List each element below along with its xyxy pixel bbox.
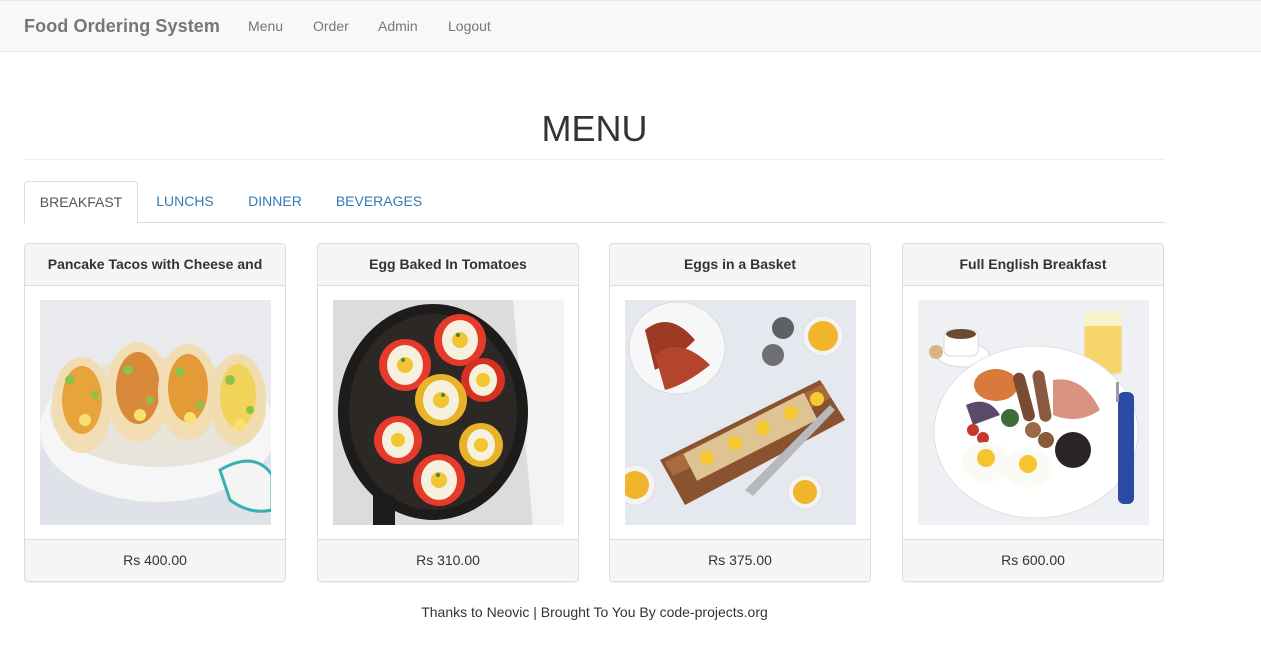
menu-item-price: Rs 600.00 <box>903 539 1163 581</box>
tab-beverages[interactable]: BEVERAGES <box>328 181 430 223</box>
egg-baked-in-tomatoes-photo <box>333 300 564 525</box>
menu-item-name: Full English Breakfast <box>903 244 1163 286</box>
title-divider <box>24 159 1165 160</box>
menu-item-card[interactable]: Egg Baked In Tomatoes Rs 310.00 <box>317 243 579 582</box>
menu-item-name: Egg Baked In Tomatoes <box>318 244 578 286</box>
menu-item-price: Rs 400.00 <box>25 539 285 581</box>
brand-link[interactable]: Food Ordering System <box>24 16 220 37</box>
nav-menu-link[interactable]: Menu <box>248 18 283 34</box>
page-title: MENU <box>541 108 648 149</box>
tab-dinner[interactable]: DINNER <box>240 181 310 223</box>
footer-credits: Thanks to Neovic | Brought To You By cod… <box>421 604 768 620</box>
menu-item-card[interactable]: Full English Breakfast Rs 600.00 <box>902 243 1164 582</box>
menu-item-name: Eggs in a Basket <box>610 244 870 286</box>
tab-lunchs[interactable]: LUNCHS <box>148 181 222 223</box>
menu-item-card[interactable]: Pancake Tacos with Cheese and Rs 400.00 <box>24 243 286 582</box>
menu-item-card[interactable]: Eggs in a Basket Rs 375.00 <box>609 243 871 582</box>
menu-item-price: Rs 310.00 <box>318 539 578 581</box>
menu-item-name: Pancake Tacos with Cheese and <box>25 244 285 286</box>
eggs-in-a-basket-photo <box>625 300 856 525</box>
full-english-breakfast-photo <box>918 300 1149 525</box>
menu-item-price: Rs 375.00 <box>610 539 870 581</box>
category-tabs: BREAKFAST LUNCHS DINNER BEVERAGES <box>24 181 1165 224</box>
navbar: Food Ordering System Menu Order Admin Lo… <box>0 0 1261 52</box>
tab-breakfast[interactable]: BREAKFAST <box>24 181 138 224</box>
nav-logout-link[interactable]: Logout <box>448 18 491 34</box>
pancake-tacos-photo <box>40 300 271 525</box>
nav-admin-link[interactable]: Admin <box>378 18 418 34</box>
nav-order-link[interactable]: Order <box>313 18 349 34</box>
